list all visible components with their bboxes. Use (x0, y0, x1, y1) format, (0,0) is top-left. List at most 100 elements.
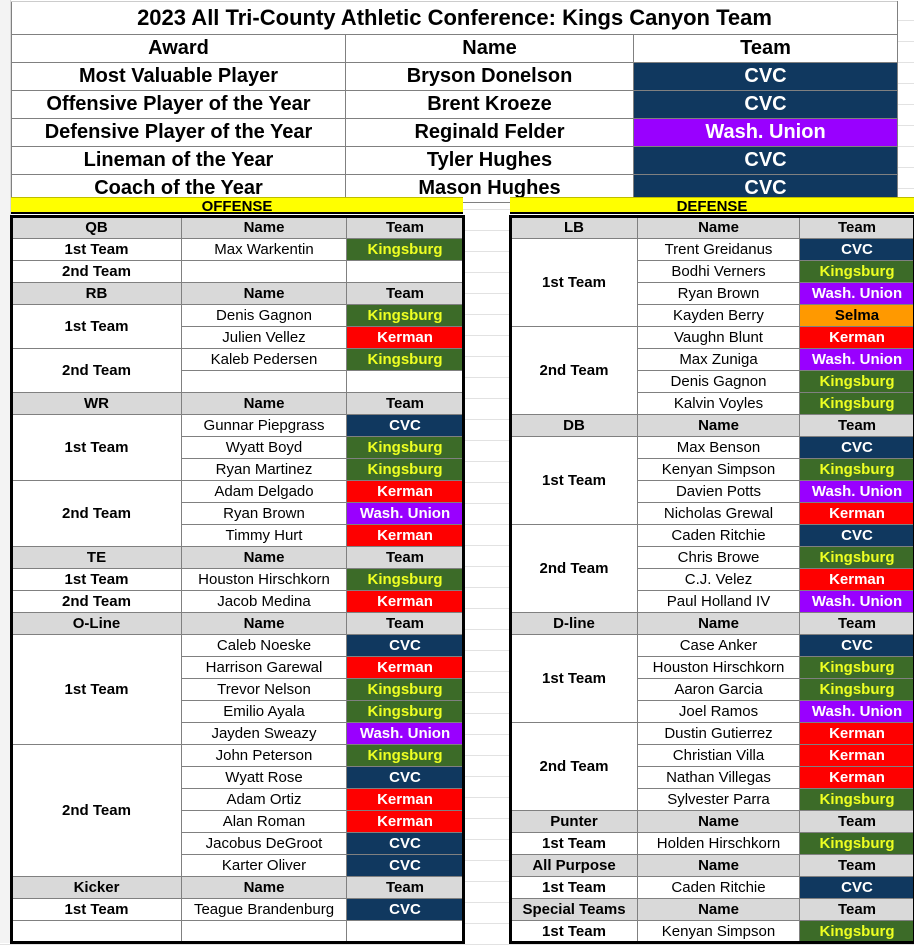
position-header-row: PunterNameTeam (511, 811, 914, 833)
position-label: TE (12, 547, 182, 569)
team-tier-label: 1st Team (511, 833, 638, 855)
award-name: Lineman of the Year (12, 147, 346, 175)
defense-table: LBNameTeam1st TeamTrent GreidanusCVCBodh… (510, 216, 914, 943)
player-name (182, 371, 347, 393)
player-name: Julien Vellez (182, 327, 347, 349)
player-row: 2nd TeamAdam DelgadoKerman (12, 481, 464, 503)
position-header-row: LBNameTeam (511, 217, 914, 239)
player-team-badge: Kingsburg (347, 745, 464, 767)
team-tier-label: 2nd Team (511, 525, 638, 613)
column-header-name: Name (182, 283, 347, 305)
player-team-badge: Kingsburg (347, 679, 464, 701)
player-name: Trevor Nelson (182, 679, 347, 701)
player-team-badge: CVC (347, 855, 464, 877)
player-name: Kaleb Pedersen (182, 349, 347, 371)
player-team-badge: Kingsburg (347, 701, 464, 723)
column-header-name: Name (182, 547, 347, 569)
player-name: Adam Ortiz (182, 789, 347, 811)
player-row: 2nd TeamKaleb PedersenKingsburg (12, 349, 464, 371)
player-name: Wyatt Boyd (182, 437, 347, 459)
player-name: Caleb Noeske (182, 635, 347, 657)
team-tier-label: 1st Team (12, 569, 182, 591)
award-team-badge: CVC (634, 63, 898, 91)
award-recipient: Tyler Hughes (346, 147, 634, 175)
player-team-badge: Kerman (800, 745, 914, 767)
player-team-badge: Kingsburg (347, 239, 464, 261)
player-team-badge: CVC (347, 833, 464, 855)
player-name: Max Zuniga (638, 349, 800, 371)
player-row: 1st TeamMax BensonCVC (511, 437, 914, 459)
position-header-row: RBNameTeam (12, 283, 464, 305)
player-team-badge: Kingsburg (800, 833, 914, 855)
player-team-badge: Kerman (347, 481, 464, 503)
position-label: Punter (511, 811, 638, 833)
player-team-badge: Kerman (347, 811, 464, 833)
player-team-badge: Wash. Union (800, 701, 914, 723)
player-team-badge: CVC (800, 525, 914, 547)
position-header-row: Special TeamsNameTeam (511, 899, 914, 921)
position-label: Special Teams (511, 899, 638, 921)
player-team-badge: Kingsburg (800, 921, 914, 943)
player-team-badge: Wash. Union (800, 283, 914, 305)
offense-table: QBNameTeam1st TeamMax WarkentinKingsburg… (11, 216, 464, 943)
column-header-team: Team (800, 899, 914, 921)
player-row: 1st TeamHouston HirschkornKingsburg (12, 569, 464, 591)
player-name (182, 261, 347, 283)
position-label: WR (12, 393, 182, 415)
player-team-badge: Wash. Union (800, 591, 914, 613)
position-header-row: KickerNameTeam (12, 877, 464, 899)
player-team-badge: Kingsburg (800, 261, 914, 283)
player-name: John Peterson (182, 745, 347, 767)
team-tier-label: 2nd Team (511, 327, 638, 415)
team-tier-label: 1st Team (12, 899, 182, 921)
player-row: 1st TeamCaden RitchieCVC (511, 877, 914, 899)
player-team-badge: Kingsburg (347, 437, 464, 459)
column-header-team: Team (347, 613, 464, 635)
player-name: Timmy Hurt (182, 525, 347, 547)
player-name: Houston Hirschkorn (638, 657, 800, 679)
player-name: Sylvester Parra (638, 789, 800, 811)
team-tier-label: 1st Team (511, 877, 638, 899)
position-header-row: TENameTeam (12, 547, 464, 569)
player-name: Case Anker (638, 635, 800, 657)
player-team-badge: Kerman (800, 327, 914, 349)
column-header-name: Name (638, 855, 800, 877)
position-label: QB (12, 217, 182, 239)
player-name: Harrison Garewal (182, 657, 347, 679)
column-header-name: Name (182, 613, 347, 635)
team-tier-label: 1st Team (12, 239, 182, 261)
team-tier-label: 1st Team (12, 415, 182, 481)
column-header-name: Name (182, 877, 347, 899)
player-name: Denis Gagnon (182, 305, 347, 327)
player-name: Joel Ramos (638, 701, 800, 723)
position-header-row: O-LineNameTeam (12, 613, 464, 635)
award-recipient: Bryson Donelson (346, 63, 634, 91)
award-name: Offensive Player of the Year (12, 91, 346, 119)
player-row: 1st TeamTrent GreidanusCVC (511, 239, 914, 261)
defense-banner: DEFENSE (510, 197, 914, 214)
player-name (182, 921, 347, 943)
position-label: D-line (511, 613, 638, 635)
player-team-badge: Wash. Union (800, 481, 914, 503)
position-label: Kicker (12, 877, 182, 899)
player-name: Jayden Sweazy (182, 723, 347, 745)
player-name: Emilio Ayala (182, 701, 347, 723)
player-team-badge: Kerman (347, 657, 464, 679)
player-team-badge: Kerman (347, 327, 464, 349)
player-name: Holden Hirschkorn (638, 833, 800, 855)
player-name: Paul Holland IV (638, 591, 800, 613)
player-name: Chris Browe (638, 547, 800, 569)
player-team-badge: Kingsburg (347, 349, 464, 371)
player-name: Bodhi Verners (638, 261, 800, 283)
player-name: Davien Potts (638, 481, 800, 503)
player-team-badge (347, 261, 464, 283)
column-header-name: Name (182, 217, 347, 239)
team-tier-label (12, 921, 182, 943)
position-header-row: DBNameTeam (511, 415, 914, 437)
player-name: Kayden Berry (638, 305, 800, 327)
player-team-badge: Kingsburg (800, 679, 914, 701)
player-team-badge: Kingsburg (800, 657, 914, 679)
player-name: Max Warkentin (182, 239, 347, 261)
position-label: DB (511, 415, 638, 437)
player-team-badge: Kerman (800, 723, 914, 745)
